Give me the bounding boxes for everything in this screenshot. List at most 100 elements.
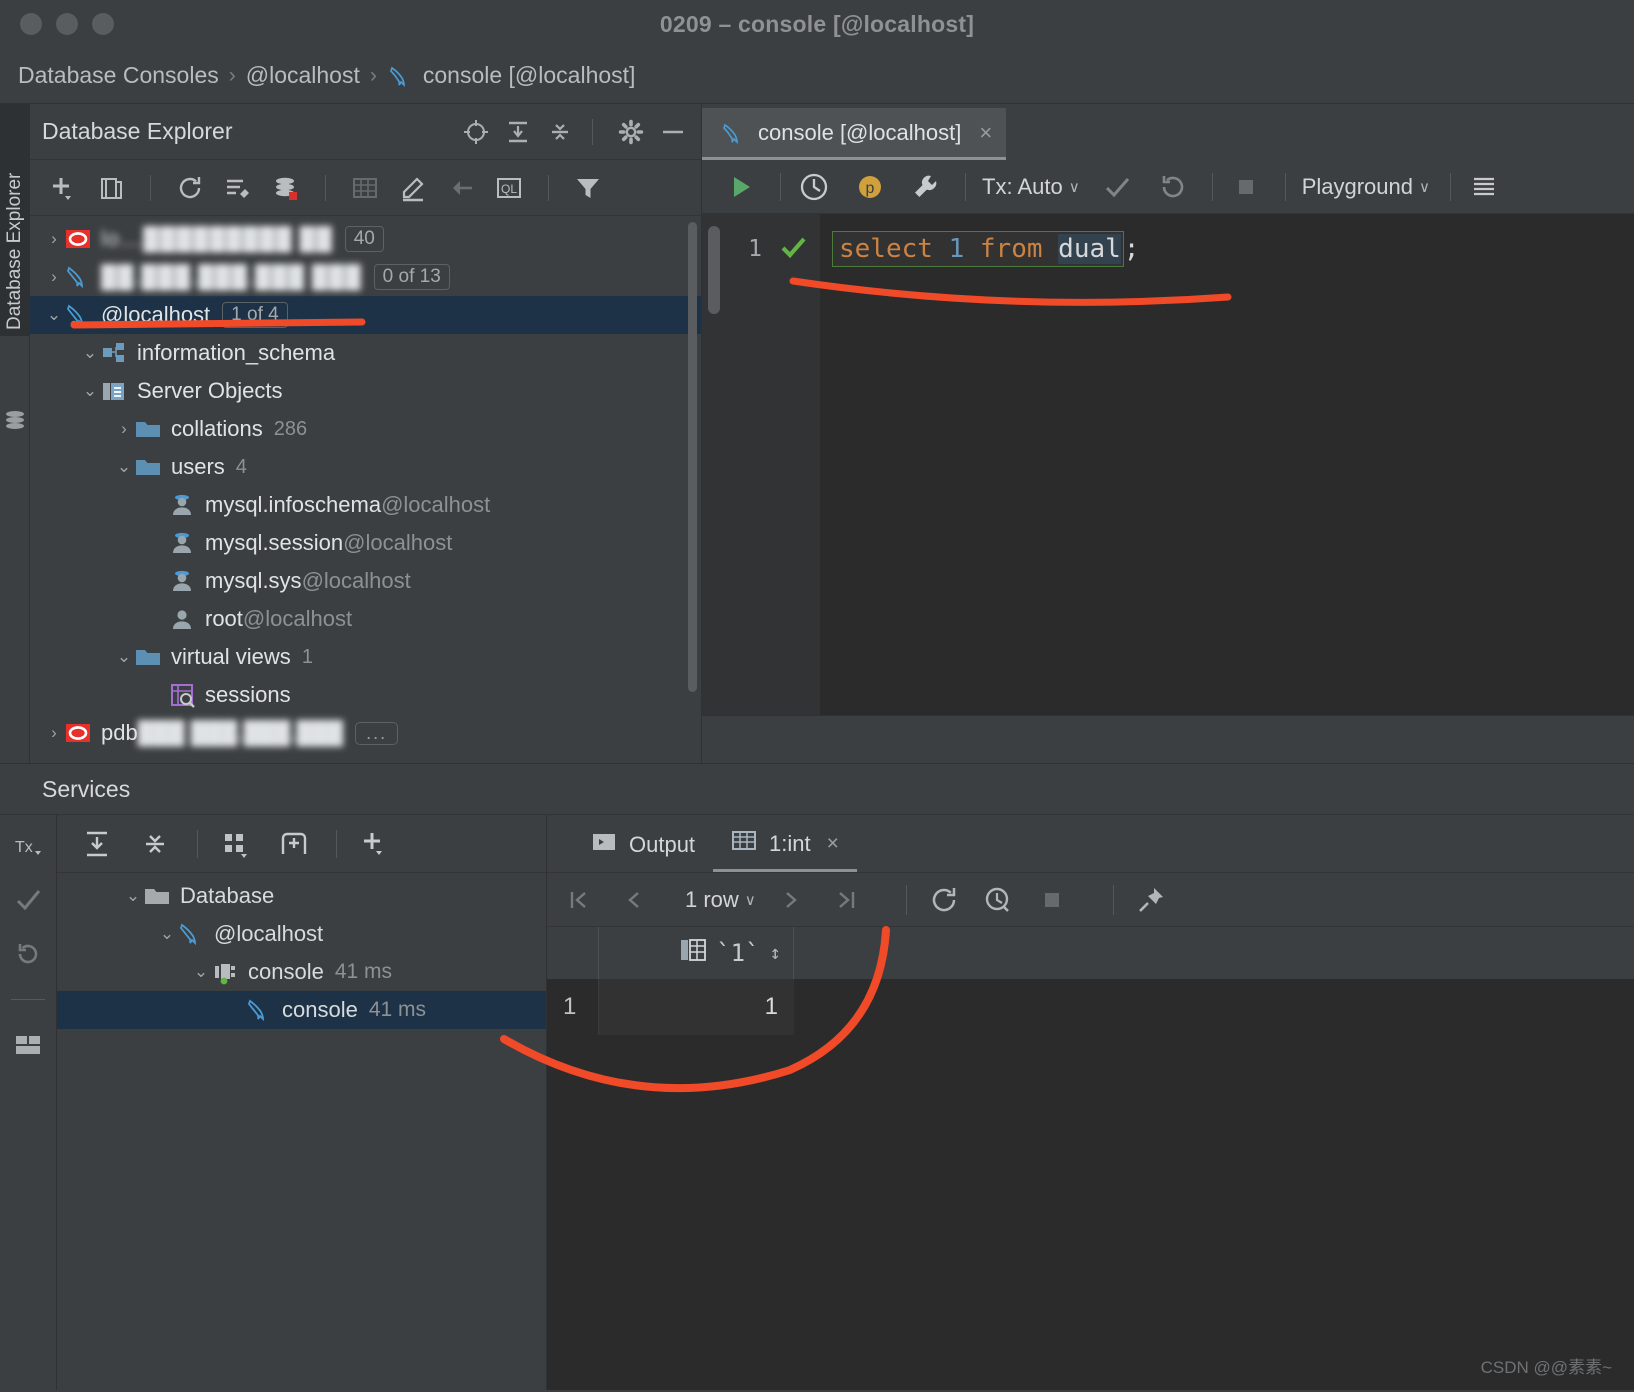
tree-row-sessions[interactable]: › sessions [30, 676, 701, 714]
refresh-icon[interactable] [175, 173, 205, 203]
sql-statement-highlight: select 1 from dual [832, 231, 1124, 267]
database-tools-icon[interactable] [271, 173, 301, 203]
chevron-placeholder: › [148, 609, 168, 629]
tool-window-tab-database-explorer[interactable]: Database Explorer [0, 104, 30, 336]
data-source-icon[interactable] [1467, 170, 1501, 204]
tree-row-localhost[interactable]: ⌄ @localhost 1 of 4 [30, 296, 701, 334]
chevron-down-icon[interactable]: ∨ [1069, 178, 1080, 196]
expand-all-icon[interactable] [81, 828, 113, 860]
tree-row-label: collations [171, 416, 263, 441]
editor-code-area[interactable]: select 1 from dual; [820, 214, 1634, 715]
collapse-all-icon[interactable] [139, 828, 171, 860]
chevron-right-icon[interactable]: › [114, 419, 134, 439]
breadcrumb-item-console[interactable]: console [@localhost] [423, 62, 636, 89]
result-grid[interactable]: `1` ↕ 1 1 [547, 927, 1634, 1390]
tree-row-virtual-views[interactable]: ⌄ virtual views 1 [30, 638, 701, 676]
tree-row-user[interactable]: › mysql.session @localhost [30, 524, 701, 562]
services-row-console[interactable]: › console 41 ms [57, 991, 546, 1029]
run-icon[interactable] [724, 170, 758, 204]
tree-row-user[interactable]: › mysql.infoschema @localhost [30, 486, 701, 524]
add-icon[interactable] [48, 173, 78, 203]
tree-row-user[interactable]: › mysql.sys @localhost [30, 562, 701, 600]
add-icon[interactable] [359, 828, 391, 860]
chevron-down-icon[interactable]: ⌄ [114, 457, 134, 477]
breadcrumb-item-localhost[interactable]: @localhost [246, 62, 360, 89]
table-row[interactable]: 1 1 [547, 979, 1634, 1035]
locate-icon[interactable] [462, 118, 490, 146]
wrench-icon[interactable] [909, 170, 943, 204]
services-row-localhost[interactable]: ⌄ @localhost [57, 915, 546, 953]
chevron-right-icon[interactable]: › [44, 267, 64, 287]
chevron-down-icon[interactable]: ⌄ [123, 886, 143, 906]
close-icon[interactable]: × [827, 832, 839, 856]
chevron-right-icon[interactable]: › [44, 229, 64, 249]
chevron-down-icon[interactable]: ⌄ [157, 924, 177, 944]
minimize-icon[interactable] [659, 118, 687, 146]
tree-row-server-objects[interactable]: ⌄ Server Objects [30, 372, 701, 410]
chevron-placeholder: › [225, 1000, 245, 1020]
svg-text:p: p [866, 180, 875, 197]
collapse-all-icon[interactable] [546, 118, 574, 146]
modify-icon[interactable] [223, 173, 253, 203]
services-side-strip: Tx [0, 815, 57, 1390]
tree-row-users[interactable]: ⌄ users 4 [30, 448, 701, 486]
tx-icon[interactable]: Tx [13, 831, 43, 861]
services-title: Services [42, 775, 131, 802]
tab-result-1-int[interactable]: 1:int × [713, 818, 857, 872]
add-tab-icon[interactable] [278, 828, 310, 860]
tree-row-collations[interactable]: › collations 286 [30, 410, 701, 448]
grid-column-header[interactable]: `1` ↕ [599, 927, 794, 979]
expand-all-icon[interactable] [504, 118, 532, 146]
chevron-down-icon[interactable]: ∨ [745, 891, 756, 909]
sql-editor[interactable]: 1 select 1 from dual; [702, 214, 1634, 715]
close-icon[interactable]: × [979, 120, 992, 146]
pin-icon[interactable] [1136, 885, 1166, 915]
tree-row[interactable]: › lo…█████████ ██ 40 [30, 220, 701, 258]
tab-result-label: 1:int [769, 830, 811, 856]
grid-cell[interactable]: 1 [599, 979, 794, 1035]
layout-icon[interactable] [13, 1030, 43, 1060]
gear-icon[interactable] [617, 118, 645, 146]
edit-icon[interactable] [398, 173, 428, 203]
tree-row-information-schema[interactable]: ⌄ information_schema [30, 334, 701, 372]
editor-tab-console[interactable]: console [@localhost] × [702, 108, 1007, 160]
tab-output[interactable]: Output [573, 818, 713, 872]
chevron-down-icon[interactable]: ⌄ [114, 647, 134, 667]
services-row-database[interactable]: ⌄ Database [57, 877, 546, 915]
ql-icon[interactable]: QL [494, 173, 524, 203]
editor-scrollbar[interactable] [708, 226, 720, 314]
chevron-down-icon[interactable]: ⌄ [44, 305, 64, 325]
transaction-mode-label[interactable]: Tx: Auto [982, 174, 1063, 200]
chevron-right-icon[interactable]: › [44, 723, 64, 743]
reload-icon[interactable] [929, 885, 959, 915]
tree-row-more-badge[interactable]: ... [355, 721, 399, 745]
tree-row-label: users [171, 454, 225, 479]
breadcrumb-item-database-consoles[interactable]: Database Consoles [18, 62, 219, 89]
database-tree-scrollbar[interactable] [688, 222, 697, 692]
chevron-down-icon[interactable]: ⌄ [80, 381, 100, 401]
chevron-down-icon[interactable]: ∨ [1419, 178, 1430, 196]
svg-text:Tx: Tx [15, 839, 33, 856]
duplicate-icon[interactable] [96, 173, 126, 203]
filter-icon[interactable] [573, 173, 603, 203]
schema-selector-label[interactable]: Playground [1302, 174, 1413, 200]
parameters-icon[interactable]: p [853, 170, 887, 204]
chevron-placeholder: › [148, 571, 168, 591]
history-icon[interactable] [797, 170, 831, 204]
chevron-down-icon[interactable]: ⌄ [191, 962, 211, 982]
chevron-down-icon[interactable]: ⌄ [80, 343, 100, 363]
tree-row-user-root[interactable]: › root @localhost [30, 600, 701, 638]
tree-row-pdb[interactable]: › pdb ███ ███.███.███ ... [30, 714, 701, 752]
query-history-icon[interactable] [983, 885, 1013, 915]
tree-row[interactable]: › ██.███.███.███ ███ 0 of 13 [30, 258, 701, 296]
services-tree[interactable]: ⌄ Database ⌄ @localhost ⌄ console 41 ms … [57, 873, 546, 1390]
database-tree[interactable]: › lo…█████████ ██ 40 › ██.███.███.███ ██… [30, 216, 701, 763]
row-count-label[interactable]: 1 row [685, 887, 739, 913]
services-row-console-session[interactable]: ⌄ console 41 ms [57, 953, 546, 991]
database-icon[interactable] [4, 409, 26, 431]
sort-indicator-icon[interactable]: ↕ [770, 942, 781, 964]
user-icon [168, 529, 196, 557]
group-icon[interactable] [220, 828, 252, 860]
rollback-icon [1156, 170, 1190, 204]
mysql-icon [720, 120, 746, 146]
